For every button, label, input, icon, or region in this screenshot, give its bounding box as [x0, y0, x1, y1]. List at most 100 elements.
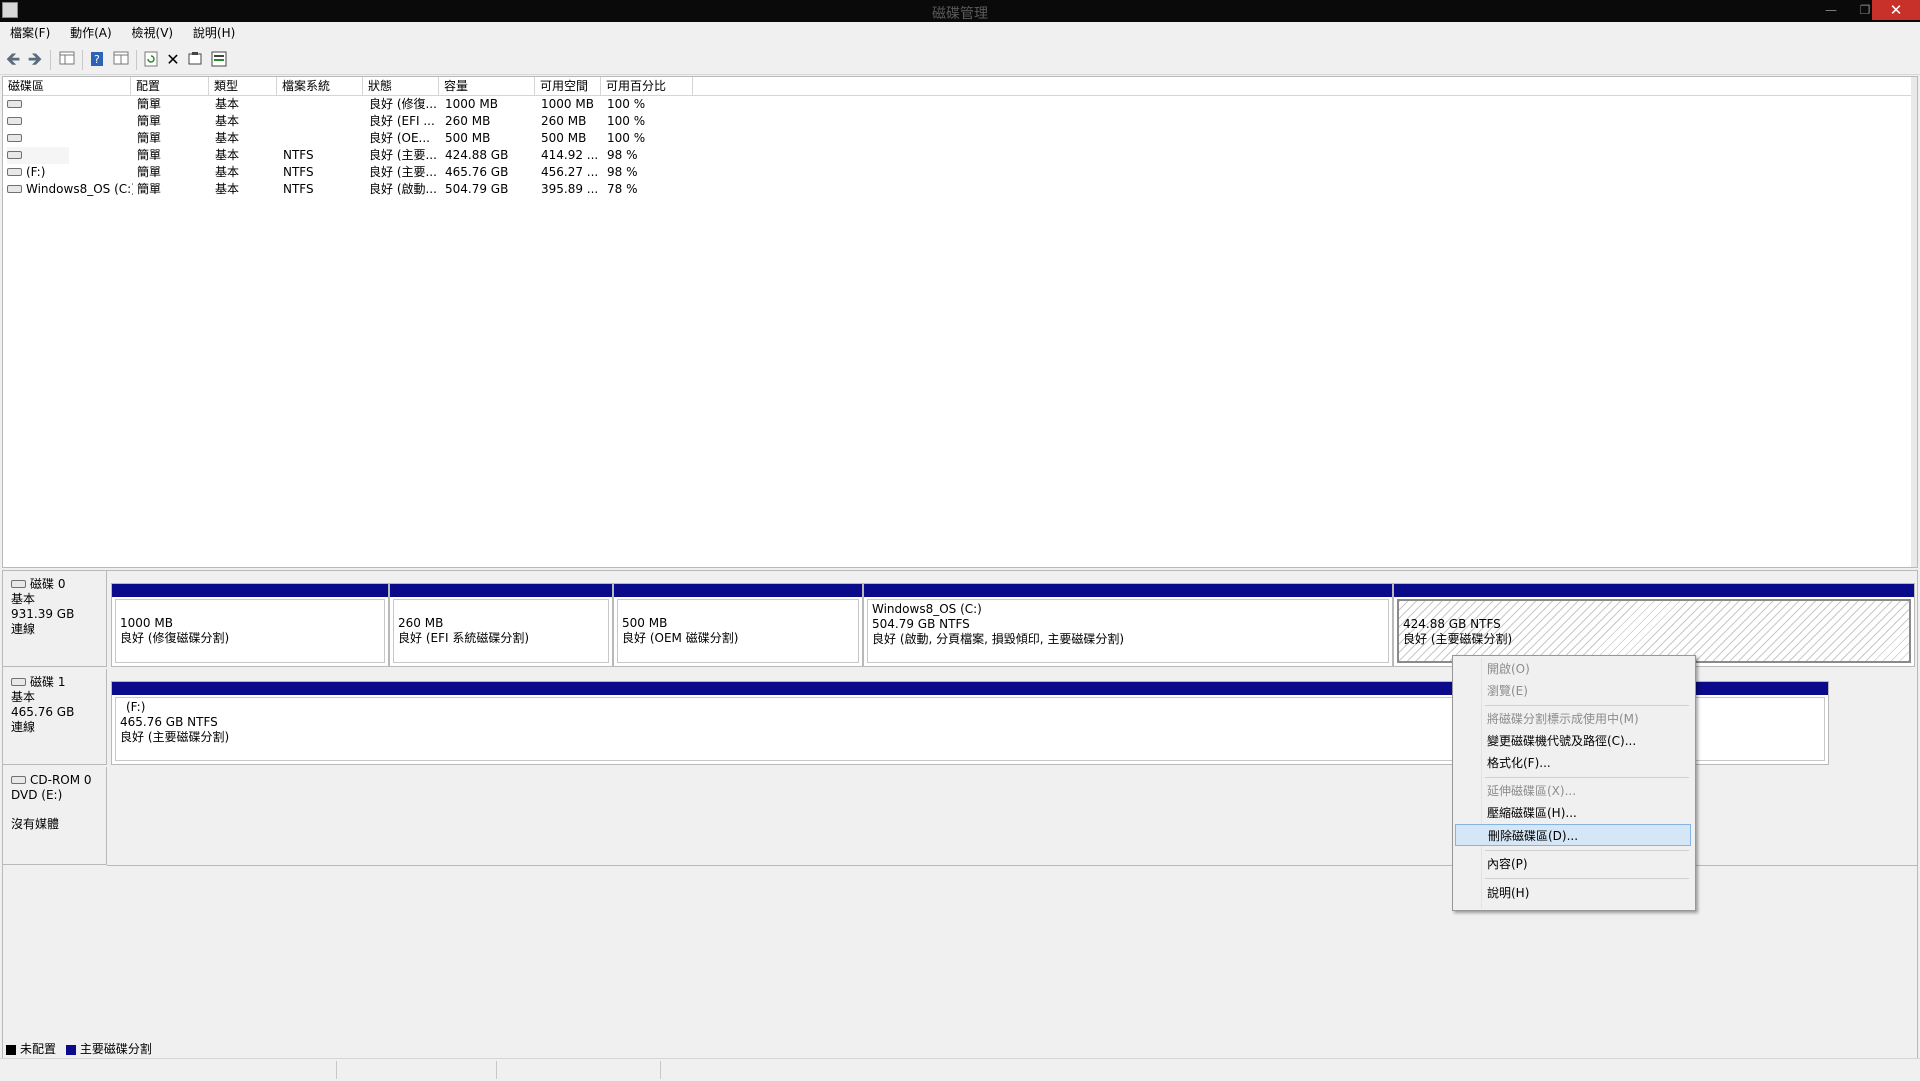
col-type[interactable]: 類型: [209, 77, 277, 95]
cell-type: 基本: [215, 114, 240, 128]
cell-filesystem: NTFS: [283, 165, 314, 179]
cdrom-icon: [11, 775, 26, 784]
drive-icon: [7, 116, 22, 125]
cell-free-space: 395.89 ...: [541, 182, 599, 196]
cell-type: 基本: [215, 148, 240, 162]
cdrom-label[interactable]: CD-ROM 0 DVD (E:) 沒有媒體: [3, 767, 107, 865]
table-row[interactable]: 簡單 基本 良好 (OE... 500 MB 500 MB 100 %: [3, 130, 1917, 147]
menu-item-properties[interactable]: 內容(P): [1455, 853, 1691, 875]
rescan-icon[interactable]: [210, 51, 228, 69]
partition-size: 424.88 GB NTFS: [1403, 617, 1501, 631]
col-layout[interactable]: 配置: [131, 77, 209, 95]
disk-type: 基本: [11, 592, 36, 606]
refresh-icon[interactable]: [142, 51, 160, 69]
menu-view[interactable]: 檢視(V): [132, 22, 174, 44]
partition-title: Windows8_OS (C:): [872, 602, 982, 616]
cell-type: 基本: [215, 182, 240, 196]
legend-primary: 主要磁碟分割: [79, 1042, 152, 1056]
title-bar: 磁碟管理 — ❐ ✕: [0, 0, 1920, 22]
drive-icon: [7, 184, 22, 193]
menu-item-change-drive-letter[interactable]: 變更磁碟機代號及路徑(C)...: [1455, 730, 1691, 752]
disk-size: 465.76 GB: [11, 705, 75, 719]
cell-status: 良好 (啟動...: [369, 182, 437, 196]
cell-status: 良好 (主要...: [369, 165, 437, 179]
list-header: 磁碟區 配置 類型 檔案系統 狀態 容量 可用空間 可用百分比: [3, 77, 1917, 96]
menu-item-help[interactable]: 說明(H): [1455, 882, 1691, 904]
cell-free-space: 414.92 ...: [541, 148, 599, 162]
legend-unallocated-swatch: [6, 1044, 16, 1055]
col-volume[interactable]: 磁碟區: [3, 77, 131, 95]
col-free-space[interactable]: 可用空間: [535, 77, 601, 95]
cell-capacity: 260 MB: [445, 114, 491, 128]
console-tree-icon[interactable]: [58, 51, 76, 69]
cell-free-space: 500 MB: [541, 131, 587, 145]
legend-unallocated: 未配置: [20, 1042, 57, 1056]
table-row[interactable]: 簡單 基本 NTFS 良好 (主要... 424.88 GB 414.92 ..…: [3, 147, 1917, 164]
cell-free-space: 260 MB: [541, 114, 587, 128]
cell-type: 基本: [215, 131, 240, 145]
cell-free-percent: 100 %: [607, 97, 646, 111]
col-filesystem[interactable]: 檔案系統: [277, 77, 363, 95]
partition-oem[interactable]: 500 MB 良好 (OEM 磁碟分割): [613, 583, 863, 667]
status-bar: [0, 1058, 1920, 1081]
col-capacity[interactable]: 容量: [439, 77, 535, 95]
svg-text:?: ?: [94, 53, 100, 66]
table-row[interactable]: Windows8_OS (C:) 簡單 基本 NTFS 良好 (啟動... 50…: [3, 181, 1917, 198]
menu-item-open[interactable]: 開啟(O): [1455, 658, 1691, 680]
cell-volume: Windows8_OS (C:): [26, 182, 133, 196]
disk-0-label[interactable]: 磁碟 0 基本 931.39 GB 連線: [3, 571, 107, 667]
menu-file[interactable]: 檔案(F): [10, 22, 50, 44]
col-status[interactable]: 狀態: [363, 77, 439, 95]
minimize-button[interactable]: —: [1814, 0, 1848, 20]
partition-c[interactable]: Windows8_OS (C:) 504.79 GB NTFS 良好 (啟動, …: [863, 583, 1393, 667]
partition-status: 良好 (啟動, 分頁檔案, 損毀傾印, 主要磁碟分割): [872, 632, 1125, 646]
table-row[interactable]: 簡單 基本 良好 (EFI ... 260 MB 260 MB 100 %: [3, 113, 1917, 130]
disk-icon: [11, 677, 26, 686]
menu-item-shrink-volume[interactable]: 壓縮磁碟區(H)...: [1455, 802, 1691, 824]
delete-icon[interactable]: ✕: [164, 51, 182, 69]
partition-size: 500 MB: [622, 616, 668, 630]
disk-1-label[interactable]: 磁碟 1 基本 465.76 GB 連線: [3, 669, 107, 765]
disk-icon: [11, 579, 26, 588]
cell-filesystem: NTFS: [283, 182, 314, 196]
toolbar: 🡸 🡺 ? ✕: [0, 44, 1920, 75]
menu-item-delete-volume[interactable]: 刪除磁碟區(D)...: [1455, 824, 1691, 846]
list-view-icon[interactable]: [112, 51, 130, 69]
list-scrollbar[interactable]: [1911, 77, 1917, 567]
disk-size: 931.39 GB: [11, 607, 75, 621]
cell-layout: 簡單: [137, 165, 162, 179]
properties-icon[interactable]: [186, 51, 204, 69]
back-arrow-icon[interactable]: 🡸: [4, 51, 22, 69]
cell-layout: 簡單: [137, 148, 162, 162]
table-row[interactable]: (F:) 簡單 基本 NTFS 良好 (主要... 465.76 GB 456.…: [3, 164, 1917, 181]
cell-layout: 簡單: [137, 131, 162, 145]
menu-action[interactable]: 動作(A): [70, 22, 112, 44]
cell-status: 良好 (主要...: [369, 148, 437, 162]
cell-free-percent: 100 %: [607, 114, 646, 128]
partition-recovery[interactable]: 1000 MB 良好 (修復磁碟分割): [111, 583, 389, 667]
cell-capacity: 424.88 GB: [445, 148, 509, 162]
help-icon[interactable]: ?: [88, 51, 106, 69]
menu-item-format[interactable]: 格式化(F)...: [1455, 752, 1691, 774]
cell-capacity: 465.76 GB: [445, 165, 509, 179]
cell-free-percent: 100 %: [607, 131, 646, 145]
col-free-percent[interactable]: 可用百分比: [601, 77, 693, 95]
disk-name: 磁碟 1: [30, 675, 66, 689]
volume-list: 磁碟區 配置 類型 檔案系統 狀態 容量 可用空間 可用百分比 簡單 基本 良好…: [2, 76, 1918, 568]
forward-arrow-icon[interactable]: 🡺: [26, 51, 44, 69]
disk-status: 沒有媒體: [11, 817, 60, 831]
close-button[interactable]: ✕: [1872, 0, 1920, 20]
cell-capacity: 500 MB: [445, 131, 491, 145]
menu-item-mark-active[interactable]: 將磁碟分割標示成使用中(M): [1455, 708, 1691, 730]
menu-item-explore[interactable]: 瀏覽(E): [1455, 680, 1691, 702]
cell-capacity: 1000 MB: [445, 97, 498, 111]
menu-help[interactable]: 說明(H): [193, 22, 235, 44]
drive-icon: [7, 167, 22, 176]
disk-type: DVD (E:): [11, 788, 63, 802]
menu-item-extend-volume[interactable]: 延伸磁碟區(X)...: [1455, 780, 1691, 802]
partition-efi[interactable]: 260 MB 良好 (EFI 系統磁碟分割): [389, 583, 613, 667]
cell-filesystem: NTFS: [283, 148, 314, 162]
partition-status: 良好 (OEM 磁碟分割): [622, 631, 739, 645]
table-row[interactable]: 簡單 基本 良好 (修復... 1000 MB 1000 MB 100 %: [3, 96, 1917, 113]
cell-layout: 簡單: [137, 182, 162, 196]
